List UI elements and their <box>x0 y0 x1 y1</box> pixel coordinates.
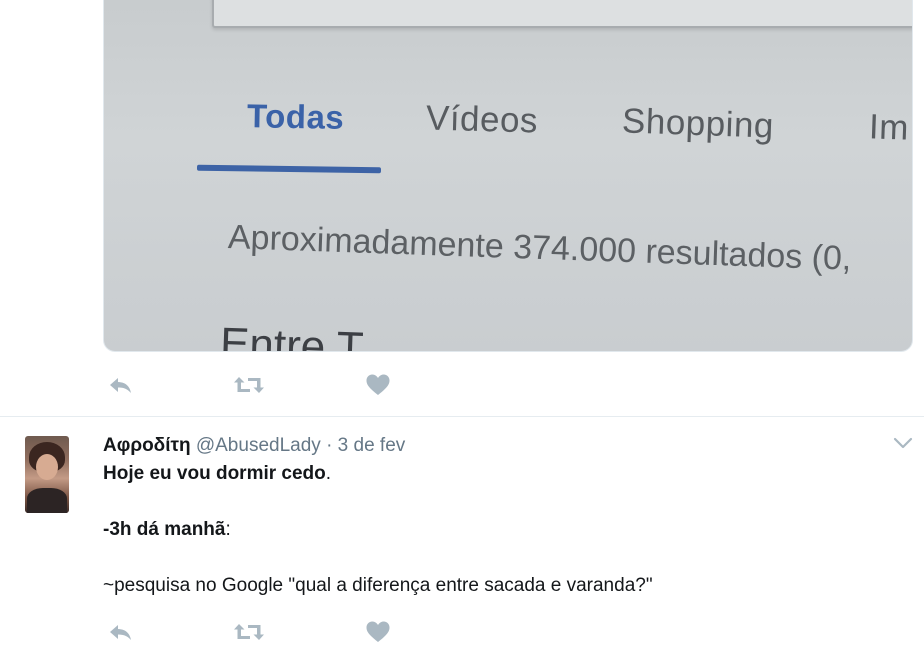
header-separator: · <box>326 435 333 456</box>
tweet-menu-button[interactable] <box>892 436 914 454</box>
like-heart-icon <box>365 373 391 397</box>
avatar[interactable] <box>25 436 69 513</box>
display-name[interactable]: Αφροδίτη <box>103 435 191 456</box>
photo-tab-shopping: Shopping <box>621 101 775 146</box>
reply-button[interactable] <box>103 370 137 400</box>
retweet-icon <box>232 374 266 396</box>
avatar-shirt <box>27 488 67 513</box>
retweet-icon <box>232 621 266 643</box>
tweet-actions <box>103 370 423 400</box>
photo-next-line: Entre T... <box>219 318 397 352</box>
tweet-text-rest: . <box>325 463 332 484</box>
tweet-header: Αφροδίτη @AbusedLady · 3 de fev <box>103 434 405 458</box>
retweet-button[interactable] <box>232 617 266 647</box>
photo-tab-todas: Todas <box>246 97 345 136</box>
avatar-face <box>36 454 58 480</box>
tweet-text-rest: : <box>225 519 231 540</box>
reply-icon <box>107 375 133 395</box>
reply-button[interactable] <box>103 617 137 647</box>
like-button[interactable] <box>361 370 395 400</box>
retweet-button[interactable] <box>232 370 266 400</box>
tweet-media-photo[interactable]: Todas Vídeos Shopping Im Aproximadamente… <box>103 0 913 352</box>
tweet-actions <box>103 617 423 647</box>
photo-tab-row: Todas Vídeos Shopping Im <box>104 92 912 152</box>
tweet-text-line-1: Hoje eu vou dormir cedo. <box>103 462 331 486</box>
photo-browser-bar <box>212 0 912 28</box>
photo-tab-images: Im <box>868 107 910 148</box>
photo-active-tab-underline <box>196 164 382 174</box>
like-button[interactable] <box>361 617 395 647</box>
like-heart-icon <box>365 620 391 644</box>
tweet-text-bold: Hoje eu vou dormir cedo <box>103 463 326 484</box>
tweet-text-line-2: -3h dá manhã: <box>103 518 231 542</box>
tweet-text-rest: ~pesquisa no Google "qual a diferença en… <box>103 575 653 596</box>
tweet-text-bold: -3h dá manhã <box>103 519 226 540</box>
reply-icon <box>107 622 133 642</box>
tweet-timestamp[interactable]: 3 de fev <box>338 435 406 456</box>
chevron-down-icon <box>893 436 913 454</box>
username-handle[interactable]: @AbusedLady <box>196 435 321 456</box>
tweet-divider <box>0 416 924 417</box>
photo-tab-videos: Vídeos <box>425 98 539 141</box>
photo-results-count: Aproximadamente 374.000 resultados (0, <box>227 218 853 278</box>
tweet-text-line-3: ~pesquisa no Google "qual a diferença en… <box>103 574 653 598</box>
